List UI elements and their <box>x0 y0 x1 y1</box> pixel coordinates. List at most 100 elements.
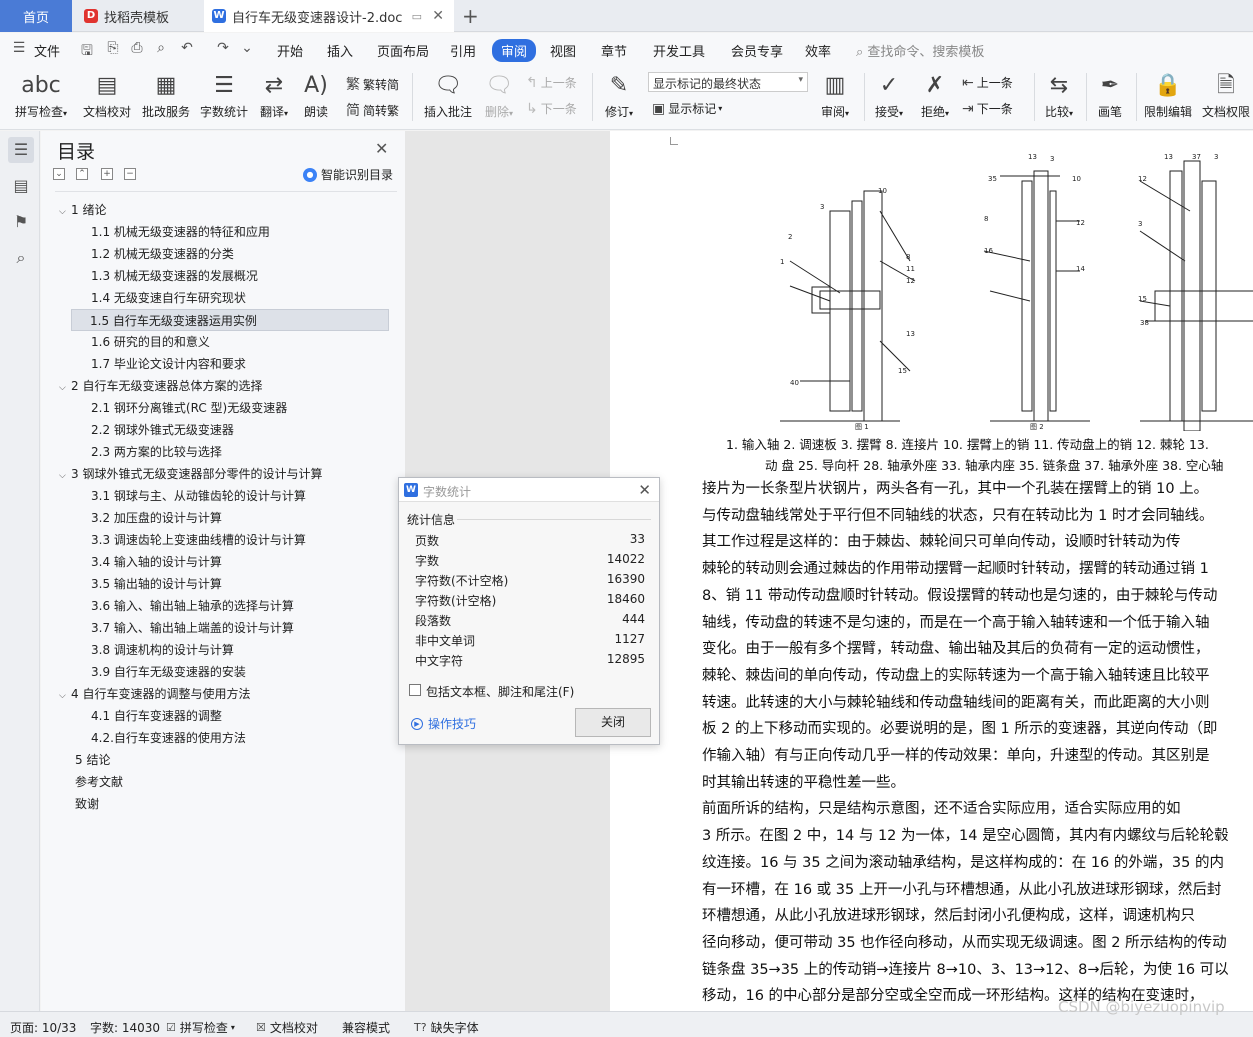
menu-start[interactable]: 开始 <box>277 41 303 60</box>
toc-item[interactable]: 3.6 输入、输出轴上轴承的选择与计算 <box>91 595 294 617</box>
doc-proofread-status[interactable]: ☒ 文档校对 <box>256 1019 318 1036</box>
menu-devtools[interactable]: 开发工具 <box>653 41 705 60</box>
accept-button[interactable]: ✓ 接受▾ <box>870 69 908 120</box>
menu-review[interactable]: 审阅 <box>492 39 537 62</box>
hamburger-icon[interactable]: ☰ <box>10 40 28 58</box>
menu-layout[interactable]: 页面布局 <box>377 41 429 60</box>
pen-button[interactable]: ✒ 画笔 <box>1092 69 1128 120</box>
chapter-nav-icon[interactable]: ▤ <box>8 173 34 199</box>
prev-change-button[interactable]: ⇤ 上一条 <box>962 74 1013 91</box>
doc-permission-button[interactable]: 🗎 文档权限 <box>1200 69 1252 120</box>
simp-to-trad-button[interactable]: 简简转繁 <box>346 100 399 120</box>
document-page[interactable]: 213 10 8 11 12 13 15 40 图 1 13 3 35 10 8 12 16 14… <box>610 131 1253 1011</box>
close-icon[interactable]: ✕ <box>375 139 388 158</box>
toc-item[interactable]: 3.4 输入轴的设计与计算 <box>91 551 222 573</box>
export-icon[interactable]: ⎘ <box>104 40 122 58</box>
revise-button[interactable]: ✎ 修订▾ <box>600 69 638 120</box>
show-markup-button[interactable]: ▣ 显示标记 ▾ <box>652 100 722 117</box>
close-button[interactable]: 关闭 <box>575 708 651 737</box>
expand-all-icon[interactable]: ⌄ <box>53 168 65 180</box>
toc-item[interactable]: 4.2.自行车变速器的使用方法 <box>91 727 246 749</box>
markup-state-select[interactable]: 显示标记的最终状态 ▾ <box>648 72 808 92</box>
tab-document[interactable]: W 自行车无级变速器设计-2.doc ▭ ✕ <box>204 0 454 32</box>
close-icon[interactable]: ✕ <box>638 481 651 499</box>
toc-item[interactable]: 1.3 机械无级变速器的发展概况 <box>91 265 258 287</box>
toc-item[interactable]: 1.1 机械无级变速器的特征和应用 <box>91 221 270 243</box>
tab-restore-icon[interactable]: ▭ <box>412 10 422 23</box>
compare-button[interactable]: ⇆ 比较▾ <box>1040 69 1078 120</box>
toc-item[interactable]: ⌵ 4 自行车变速器的调整与使用方法 <box>59 683 250 705</box>
next-change-button[interactable]: ⇥ 下一条 <box>962 100 1013 117</box>
menu-efficiency[interactable]: 效率 <box>805 41 831 60</box>
chevron-down-icon[interactable]: ⌵ <box>59 201 71 223</box>
toc-item[interactable]: 1.5 自行车无级变速器运用实例 <box>71 309 389 331</box>
menu-view[interactable]: 视图 <box>550 41 576 60</box>
menu-member[interactable]: 会员专享 <box>731 41 783 60</box>
insert-comment-button[interactable]: 🗨 插入批注 <box>420 69 476 120</box>
review-pane-button[interactable]: ▥ 审阅▾ <box>816 69 854 120</box>
chevron-down-icon[interactable]: ⌵ <box>59 685 71 707</box>
page-indicator[interactable]: 页面: 10/33 <box>10 1019 76 1036</box>
toc-item[interactable]: 3.9 自行车无级变速器的安装 <box>91 661 246 683</box>
prev-comment-button[interactable]: ↰ 上一条 <box>526 74 577 91</box>
toc-item[interactable]: 3.1 钢球与主、从动锥齿轮的设计与计算 <box>91 485 306 507</box>
include-textbox-checkbox[interactable] <box>409 684 421 696</box>
save-icon[interactable]: 🖫 <box>78 40 96 59</box>
toc-item[interactable]: 致谢 <box>75 793 99 815</box>
toc-item[interactable]: 5 结论 <box>75 749 110 771</box>
bookmark-icon[interactable]: ⚑ <box>8 209 34 235</box>
word-count-button[interactable]: ☰ 字数统计 <box>198 69 250 120</box>
reject-button[interactable]: ✗ 拒绝▾ <box>916 69 954 120</box>
more-dropdown-icon[interactable]: ⌄ <box>238 40 256 58</box>
tips-link[interactable]: ▶ 操作技巧 <box>411 715 476 732</box>
toc-nav-icon[interactable]: ☰ <box>8 137 34 163</box>
delete-comment-button[interactable]: 🗨 删除▾ <box>480 69 518 120</box>
next-comment-button[interactable]: ↳ 下一条 <box>526 100 577 117</box>
menu-reference[interactable]: 引用 <box>450 41 476 60</box>
toc-item[interactable]: 2.1 钢环分离锥式(RC 型)无级变速器 <box>91 397 287 419</box>
toc-item[interactable]: ⌵ 2 自行车无级变速器总体方案的选择 <box>59 375 262 397</box>
missing-font-button[interactable]: T? 缺失字体 <box>414 1019 479 1036</box>
chevron-down-icon[interactable]: ⌵ <box>59 465 71 487</box>
print-icon[interactable]: ⎙ <box>128 40 146 58</box>
toc-item[interactable]: ⌵ 1 绪论 <box>59 199 106 221</box>
trad-to-simp-button[interactable]: 繁繁转简 <box>346 74 399 94</box>
toc-item[interactable]: 2.2 钢球外锥式无级变速器 <box>91 419 234 441</box>
search-icon[interactable]: ⌕ <box>8 245 34 271</box>
chevron-down-icon[interactable]: ⌵ <box>59 377 71 399</box>
menu-insert[interactable]: 插入 <box>327 41 353 60</box>
read-aloud-button[interactable]: A) 朗读 <box>300 69 332 120</box>
smart-toc-button[interactable]: ● 智能识别目录 <box>303 166 393 183</box>
new-tab-button[interactable]: + <box>462 4 479 28</box>
search-command[interactable]: ⌕ 查找命令、搜索模板 <box>856 41 984 60</box>
toc-item[interactable]: ⌵ 3 钢球外锥式无级变速器部分零件的设计与计算 <box>59 463 322 485</box>
menu-chapter[interactable]: 章节 <box>601 41 627 60</box>
toc-item[interactable]: 4.1 自行车变速器的调整 <box>91 705 222 727</box>
toc-item[interactable]: 3.2 加压盘的设计与计算 <box>91 507 222 529</box>
include-textbox-label[interactable]: 包括文本框、脚注和尾注(F) <box>426 683 574 700</box>
remove-heading-icon[interactable]: − <box>124 168 136 180</box>
dialog-titlebar[interactable]: W 字数统计 ✕ <box>399 478 659 502</box>
preview-icon[interactable]: ⌕ <box>152 40 170 58</box>
redo-icon[interactable]: ↷ <box>214 40 232 58</box>
toc-item[interactable]: 参考文献 <box>75 771 123 793</box>
tab-home[interactable]: 首页 <box>0 0 72 32</box>
restrict-edit-button[interactable]: 🔒 限制编辑 <box>1142 69 1194 120</box>
undo-icon[interactable]: ↶ <box>178 40 196 58</box>
tab-template[interactable]: D 找稻壳模板 <box>76 0 196 32</box>
doc-proofread-button[interactable]: ▤ 文档校对 <box>80 69 134 120</box>
batch-service-button[interactable]: ▦ 批改服务 <box>140 69 192 120</box>
spell-check-button[interactable]: abc 拼写检查▾ <box>10 69 72 120</box>
toc-item[interactable]: 3.3 调速齿轮上变速曲线槽的设计与计算 <box>91 529 306 551</box>
toc-item[interactable]: 3.7 输入、输出轴上端盖的设计与计算 <box>91 617 294 639</box>
close-tab-icon[interactable]: ✕ <box>432 8 444 24</box>
translate-button[interactable]: ⇄ 翻译▾ <box>256 69 292 120</box>
toc-item[interactable]: 3.8 调速机构的设计与计算 <box>91 639 234 661</box>
toc-item[interactable]: 1.7 毕业论文设计内容和要求 <box>91 353 246 375</box>
toc-item[interactable]: 1.4 无级变速自行车研究现状 <box>91 287 246 309</box>
toc-item[interactable]: 2.3 两方案的比较与选择 <box>91 441 222 463</box>
toc-item[interactable]: 1.2 机械无级变速器的分类 <box>91 243 234 265</box>
collapse-all-icon[interactable]: ⌃ <box>76 168 88 180</box>
spell-check-status[interactable]: ☑ 拼写检查 ▾ <box>166 1019 235 1036</box>
menu-file[interactable]: 文件 <box>34 41 60 60</box>
